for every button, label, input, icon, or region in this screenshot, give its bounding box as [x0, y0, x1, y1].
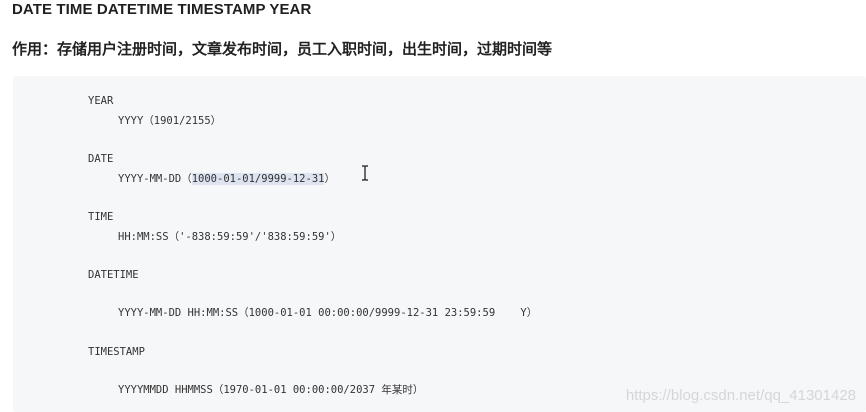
page-title: DATE TIME DATETIME TIMESTAMP YEAR — [12, 1, 312, 18]
watermark: https://blog.csdn.net/qq_41301428 — [625, 387, 856, 404]
code-value-datetime: YYYY-MM-DD HH:MM:SS（1000-01-01 00:00:00/… — [118, 307, 538, 319]
purpose-text: 作用：存储用户注册时间，文章发布时间，员工入职时间，出生时间，过期时间等 — [12, 41, 553, 58]
code-value-timestamp: YYYYMMDD HHMMSS（1970-01-01 00:00:00/2037… — [118, 384, 424, 396]
code-keyword-datetime: DATETIME — [88, 269, 139, 281]
code-value-date: YYYY-MM-DD（1000-01-01/9999-12-31） — [118, 172, 335, 186]
code-keyword-year: YEAR — [88, 95, 114, 107]
code-keyword-date: DATE — [88, 153, 114, 165]
code-value-date-prefix: YYYY-MM-DD（ — [118, 173, 192, 185]
code-value-time: HH:MM:SS（'-838:59:59'/'838:59:59'） — [118, 231, 342, 243]
code-block[interactable]: YEAR YYYY（1901/2155） DATE YYYY-MM-DD（100… — [13, 76, 866, 412]
text-cursor-icon — [362, 165, 368, 181]
code-value-year: YYYY（1901/2155） — [118, 115, 222, 127]
code-keyword-time: TIME — [88, 211, 114, 223]
selected-text: 1000-01-01/9999-12-31 — [191, 173, 325, 185]
code-value-date-suffix: ） — [324, 173, 335, 185]
code-keyword-timestamp: TIMESTAMP — [88, 346, 145, 358]
